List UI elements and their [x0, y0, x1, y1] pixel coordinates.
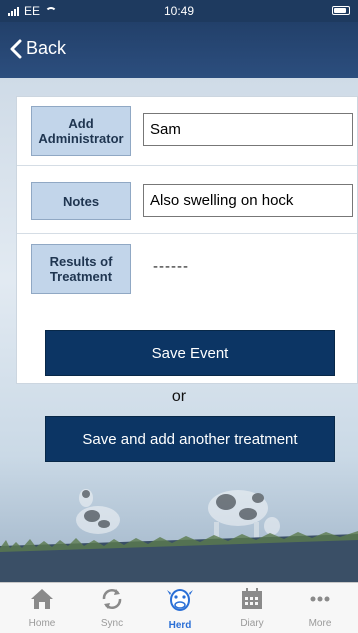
tab-home-label: Home — [28, 618, 56, 629]
results-label-line2: Treatment — [49, 269, 113, 284]
navigation-bar: Back — [0, 22, 358, 78]
results-row: Results of Treatment ------ — [17, 234, 357, 304]
tab-sync-label: Sync — [100, 618, 124, 629]
results-label-line1: Results of — [49, 254, 113, 269]
tab-bar: Home Sync Herd Diary More — [0, 582, 358, 633]
save-and-add-another-button[interactable]: Save and add another treatment — [45, 416, 335, 462]
or-separator: or — [171, 388, 187, 405]
notes-label: Notes — [31, 182, 131, 220]
tab-more-label: More — [308, 618, 332, 629]
status-bar: EE 10:49 — [0, 0, 358, 22]
battery-icon — [332, 6, 350, 15]
notes-input[interactable]: Also swelling on hock — [143, 184, 353, 217]
sync-icon — [102, 589, 122, 609]
tab-herd-label: Herd — [168, 620, 192, 631]
cow-lying-graphic — [76, 489, 120, 534]
save-event-button[interactable]: Save Event — [45, 330, 335, 376]
administrator-label-line2: Administrator — [38, 131, 124, 146]
results-value: ------ — [153, 258, 189, 275]
cow-icon — [167, 589, 193, 611]
home-icon — [31, 589, 53, 609]
status-time: 10:49 — [163, 4, 195, 18]
tab-diary-label: Diary — [240, 618, 264, 629]
results-label: Results of Treatment — [31, 244, 131, 294]
back-label: Back — [26, 38, 67, 58]
pasture-illustration — [0, 489, 358, 582]
administrator-label: Add Administrator — [31, 106, 131, 156]
tab-herd[interactable]: Herd — [150, 587, 210, 631]
calendar-icon — [242, 588, 262, 609]
cow-grazing-graphic — [208, 490, 280, 538]
back-button[interactable]: Back — [10, 38, 66, 59]
administrator-row: Add Administrator Sam — [17, 97, 357, 166]
administrator-input[interactable]: Sam — [143, 113, 353, 146]
tab-more[interactable]: More — [290, 587, 350, 629]
more-icon — [310, 596, 330, 602]
main-content: Add Administrator Sam Notes Also swellin… — [0, 78, 358, 582]
tab-home[interactable]: Home — [12, 587, 72, 629]
tab-diary[interactable]: Diary — [222, 587, 282, 629]
chevron-left-icon — [10, 39, 22, 58]
notes-row: Notes Also swelling on hock — [17, 166, 357, 234]
tab-sync[interactable]: Sync — [82, 587, 142, 629]
administrator-label-line1: Add — [68, 116, 94, 131]
